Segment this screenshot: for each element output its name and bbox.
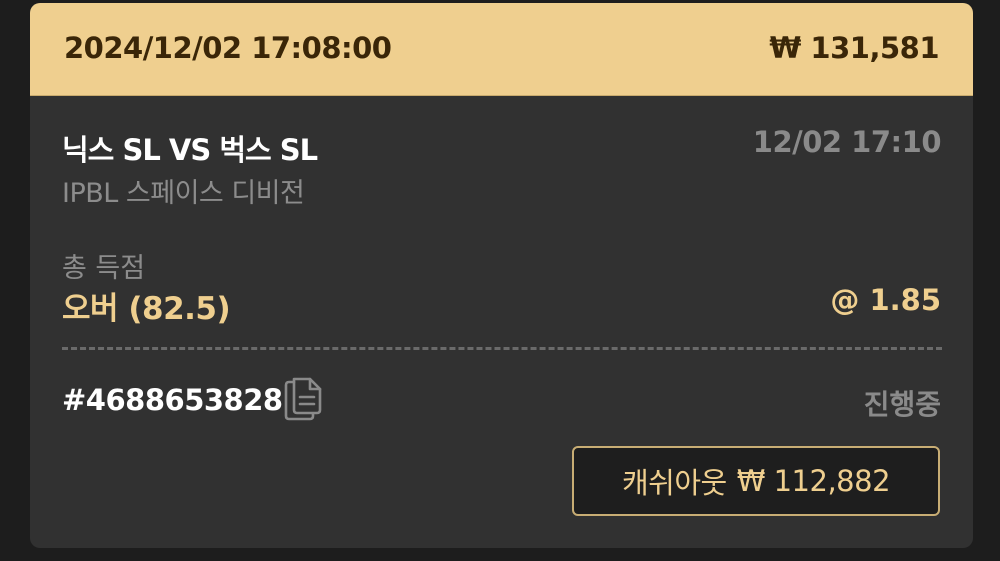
market-name: 총 득점 [62,253,146,284]
match-start-time: 12/02 17:10 [752,125,942,159]
bet-header: 2024/12/02 17:08:00 ₩ 131,581 [30,3,973,96]
bet-selection: 오버 (82.5) [62,291,231,327]
cashout-button[interactable]: 캐쉬아웃 ₩ 112,882 [572,446,940,516]
copy-icon[interactable] [283,375,325,423]
dashed-divider [62,347,942,350]
stake-amount: ₩ 131,581 [769,31,939,65]
league-name: IPBL 스페이스 디비전 [62,178,305,209]
cashout-label: 캐쉬아웃 [621,466,727,500]
cashout-amount: ₩ 112,882 [736,464,891,498]
bet-datetime: 2024/12/02 17:08:00 [64,31,392,65]
match-title: 닉스 SL VS 벅스 SL [62,133,318,167]
ticket-id: #4688653828 [62,383,283,417]
bet-odds: @ 1.85 [830,283,941,317]
bet-slip-card: 2024/12/02 17:08:00 ₩ 131,581 닉스 SL VS 벅… [30,3,973,548]
bet-status: 진행중 [863,388,941,421]
